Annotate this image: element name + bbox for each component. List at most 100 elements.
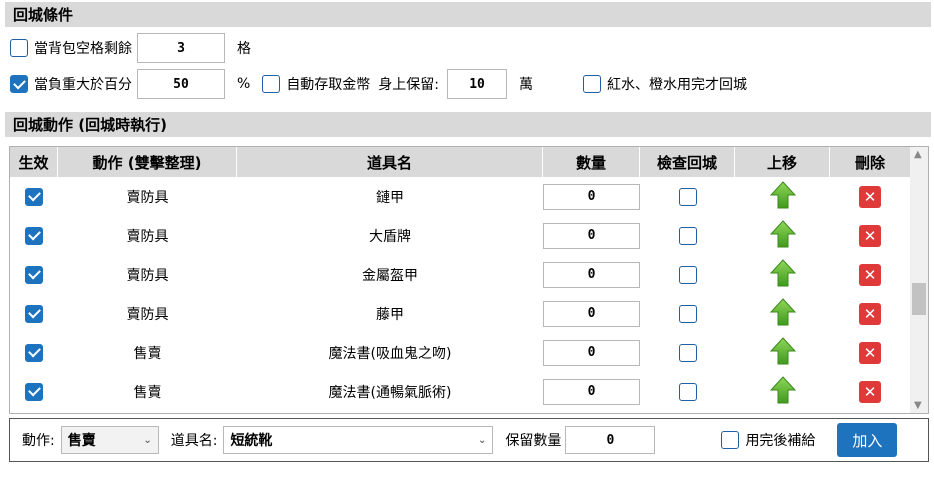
col-move-up[interactable]: 上移 — [735, 147, 830, 177]
row-qty-cell: 0 — [543, 177, 640, 216]
col-enabled[interactable]: 生效 — [10, 147, 58, 177]
table-row[interactable]: 賣防具 鏈甲 0 ✕ — [10, 177, 910, 216]
row-check-checkbox[interactable] — [678, 304, 697, 323]
row-check-cell — [640, 177, 735, 216]
row-item[interactable]: 大盾牌 — [237, 216, 543, 255]
bag-space-checkbox[interactable] — [10, 39, 28, 57]
row-enabled-checkbox[interactable] — [25, 187, 43, 206]
refill-checkbox[interactable] — [721, 431, 740, 449]
row-enabled-checkbox[interactable] — [25, 304, 43, 323]
row-delete-cell: ✕ — [830, 372, 910, 411]
keep-gold-input[interactable]: 10 — [447, 69, 508, 99]
table-row[interactable]: 賣防具 藤甲 0 ✕ — [10, 294, 910, 333]
row-action[interactable]: 賣防具 — [58, 216, 237, 255]
row-check-cell — [640, 216, 735, 255]
action-select[interactable]: 售賣 ⌄ — [60, 426, 159, 454]
return-conditions-header: 回城條件 — [5, 2, 931, 27]
chevron-down-icon: ⌄ — [143, 434, 152, 446]
row-check-checkbox[interactable] — [678, 382, 697, 401]
row-check-checkbox[interactable] — [678, 226, 697, 245]
row-item[interactable]: 魔法書(吸血鬼之吻) — [237, 333, 543, 372]
delete-icon[interactable]: ✕ — [859, 263, 881, 286]
row-action[interactable]: 賣防具 — [58, 255, 237, 294]
bag-space-label: 當背包空格剩餘 — [34, 41, 132, 57]
table-row[interactable]: 賣防具 大盾牌 0 ✕ — [10, 216, 910, 255]
row-enabled-checkbox[interactable] — [25, 343, 43, 362]
row-qty-input[interactable]: 0 — [543, 183, 640, 210]
auto-deposit-checkbox[interactable] — [262, 75, 281, 93]
arrow-up-icon[interactable] — [769, 180, 796, 213]
arrow-up-icon[interactable] — [769, 336, 796, 369]
table-header: 生效 動作 (雙擊整理) 道具名 數量 檢查回城 上移 刪除 — [10, 147, 910, 177]
col-action[interactable]: 動作 (雙擊整理) — [58, 147, 237, 177]
arrow-up-icon[interactable] — [769, 219, 796, 252]
row-qty-cell: 0 — [543, 216, 640, 255]
row-enabled-cell — [10, 372, 58, 411]
row-move-up-cell — [735, 255, 830, 294]
row-enabled-checkbox[interactable] — [25, 382, 43, 401]
weight-checkbox[interactable] — [10, 75, 28, 93]
row-item[interactable]: 鏈甲 — [237, 177, 543, 216]
potion-label: 紅水、橙水用完才回城 — [607, 77, 748, 93]
row-delete-cell: ✕ — [830, 177, 910, 216]
weight-unit: % — [237, 76, 251, 92]
row-move-up-cell — [735, 333, 830, 372]
row-move-up-cell — [735, 177, 830, 216]
row-check-checkbox[interactable] — [678, 343, 697, 362]
row-action[interactable]: 售賣 — [58, 333, 237, 372]
arrow-up-icon[interactable] — [769, 258, 796, 291]
row-action[interactable]: 賣防具 — [58, 177, 237, 216]
delete-icon[interactable]: ✕ — [859, 224, 881, 247]
add-button[interactable]: 加入 — [837, 423, 898, 457]
row-qty-input[interactable]: 0 — [543, 222, 640, 249]
row-check-checkbox[interactable] — [678, 187, 697, 206]
table-row[interactable]: 售賣 魔法書(通暢氣脈術) 0 ✕ — [10, 372, 910, 411]
return-actions-title: 回城動作 (回城時執行) — [13, 116, 167, 134]
item-select[interactable]: 短統靴 ⌄ — [223, 426, 494, 454]
potion-checkbox[interactable] — [583, 75, 602, 93]
delete-icon[interactable]: ✕ — [859, 302, 881, 325]
row-delete-cell: ✕ — [830, 216, 910, 255]
row-item[interactable]: 藤甲 — [237, 294, 543, 333]
weight-input[interactable]: 50 — [137, 69, 225, 99]
row-enabled-cell — [10, 177, 58, 216]
scroll-down-icon[interactable]: ▼ — [914, 400, 922, 411]
row-check-cell — [640, 372, 735, 411]
col-delete[interactable]: 刪除 — [830, 147, 910, 177]
row-enabled-checkbox[interactable] — [25, 265, 43, 284]
table-scrollbar[interactable]: ▲ ▼ — [910, 147, 928, 413]
row-qty-input[interactable]: 0 — [543, 339, 640, 366]
row-check-cell — [640, 255, 735, 294]
keep-qty-input[interactable]: 0 — [565, 426, 656, 454]
row-qty-cell: 0 — [543, 333, 640, 372]
scroll-thumb[interactable] — [912, 283, 926, 315]
row-qty-input[interactable]: 0 — [543, 300, 640, 327]
row-item[interactable]: 金屬盔甲 — [237, 255, 543, 294]
arrow-up-icon[interactable] — [769, 375, 796, 408]
arrow-up-icon[interactable] — [769, 297, 796, 330]
row-qty-input[interactable]: 0 — [543, 261, 640, 288]
row-action[interactable]: 賣防具 — [58, 294, 237, 333]
row-move-up-cell — [735, 294, 830, 333]
row-delete-cell: ✕ — [830, 255, 910, 294]
col-check[interactable]: 檢查回城 — [640, 147, 735, 177]
actions-table: 生效 動作 (雙擊整理) 道具名 數量 檢查回城 上移 刪除 賣防具 鏈甲 0 ✕ 賣防… — [9, 146, 929, 414]
row-check-checkbox[interactable] — [678, 265, 697, 284]
row-qty-input[interactable]: 0 — [543, 378, 640, 405]
add-action-panel: 動作: 售賣 ⌄ 道具名: 短統靴 ⌄ 保留數量 0 用完後補給 加入 — [9, 418, 929, 462]
row-check-cell — [640, 294, 735, 333]
delete-icon[interactable]: ✕ — [859, 380, 881, 403]
row-enabled-checkbox[interactable] — [25, 226, 43, 245]
delete-icon[interactable]: ✕ — [859, 341, 881, 364]
bag-space-input[interactable]: 3 — [137, 33, 225, 63]
row-action[interactable]: 售賣 — [58, 372, 237, 411]
table-row[interactable]: 賣防具 金屬盔甲 0 ✕ — [10, 255, 910, 294]
row-item[interactable]: 魔法書(通暢氣脈術) — [237, 372, 543, 411]
scroll-up-icon[interactable]: ▲ — [914, 149, 922, 160]
auto-deposit-label: 自動存取金幣 — [286, 77, 371, 93]
col-item[interactable]: 道具名 — [237, 147, 543, 177]
delete-icon[interactable]: ✕ — [859, 185, 881, 208]
table-row[interactable]: 售賣 魔法書(吸血鬼之吻) 0 ✕ — [10, 333, 910, 372]
col-qty[interactable]: 數量 — [543, 147, 640, 177]
return-actions-header: 回城動作 (回城時執行) — [5, 112, 931, 137]
